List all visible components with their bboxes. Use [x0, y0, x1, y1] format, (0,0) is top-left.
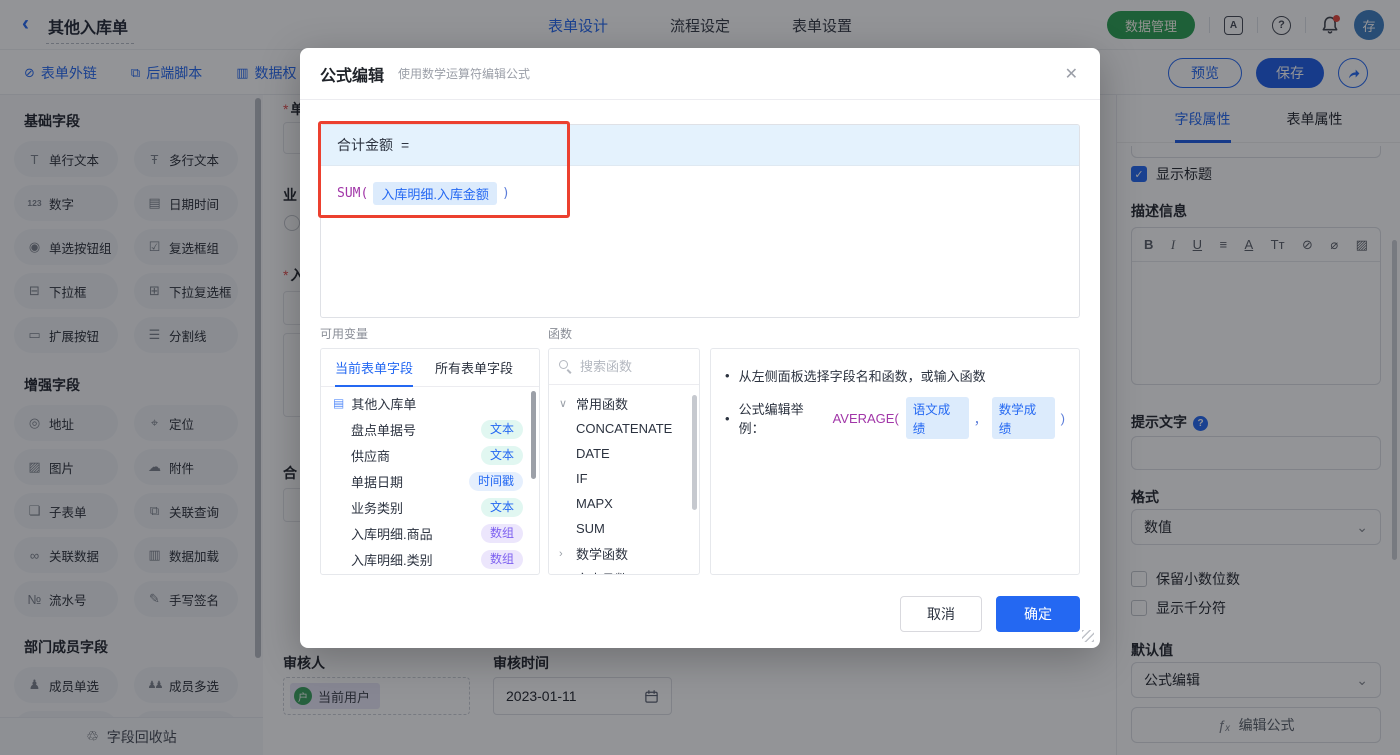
function-item-date[interactable]: DATE — [549, 441, 699, 466]
formula-target-field: 合计金额 — [337, 137, 393, 153]
resize-handle[interactable] — [1082, 630, 1094, 642]
example-close-paren: ) — [1060, 410, 1065, 426]
function-group-text[interactable]: › 文本函数 — [549, 566, 699, 575]
function-item-sum[interactable]: SUM — [549, 516, 699, 541]
variable-item[interactable]: 盘点单据号 文本 — [321, 416, 539, 442]
tab-current-form-fields[interactable]: 当前表单字段 — [335, 349, 414, 387]
variables-label: 可用变量 — [320, 327, 369, 341]
chevron-right-icon: › — [559, 573, 569, 575]
field-type-chip: 数组 — [480, 549, 523, 569]
variable-item[interactable]: 业务类别 文本 — [321, 494, 539, 520]
form-name: 其他入库单 — [351, 396, 417, 412]
field-type-chip: 文本 — [480, 445, 523, 465]
variable-item[interactable]: 入库明细.商品 数组 — [321, 520, 539, 546]
variable-item[interactable]: 供应商 文本 — [321, 442, 539, 468]
field-type-chip: 时间戳 — [468, 471, 523, 491]
tip-text: 从左侧面板选择字段名和函数，或输入函数 — [738, 369, 986, 384]
example-comma: ， — [973, 411, 987, 427]
example-function-keyword: AVERAGE( — [832, 410, 899, 426]
function-group-common[interactable]: ∨ 常用函数 — [549, 391, 699, 416]
formula-edit-dialog: 公式编辑 使用数学运算符编辑公式 ✕ 合计金额 = SUM( 入库明细.入库金额… — [300, 48, 1100, 648]
variables-scrollbar[interactable] — [531, 391, 536, 479]
bullet-icon: • — [725, 368, 730, 383]
tips-panel: • 从左侧面板选择字段名和函数，或输入函数 • 公式编辑举例： AVERAGE(… — [710, 348, 1080, 575]
example-field-chip: 数学成绩 — [991, 397, 1055, 439]
function-item-mapx[interactable]: MAPX — [549, 491, 699, 516]
example-field-chip: 语文成绩 — [905, 397, 969, 439]
field-type-chip: 文本 — [480, 497, 523, 517]
search-icon — [559, 360, 572, 374]
tab-all-form-fields[interactable]: 所有表单字段 — [435, 349, 513, 387]
tip-example-prefix: 公式编辑举例： — [738, 402, 804, 436]
variable-tree-root[interactable]: ▤ 其他入库单 — [321, 390, 539, 416]
close-icon[interactable]: ✕ — [1065, 64, 1078, 84]
functions-label: 函数 — [548, 327, 573, 341]
chevron-down-icon: ∨ — [559, 398, 568, 410]
function-keyword: SUM( — [337, 186, 369, 201]
chevron-right-icon: › — [559, 547, 563, 560]
function-search-input[interactable] — [580, 359, 689, 374]
formula-expression[interactable]: SUM( 入库明细.入库金额 ) — [321, 166, 1079, 221]
formula-editor[interactable]: 合计金额 = SUM( 入库明细.入库金额 ) — [320, 124, 1080, 318]
variable-item-partial[interactable] — [321, 572, 539, 574]
field-type-chip: 数组 — [480, 523, 523, 543]
variable-item[interactable]: 单据日期 时间戳 — [321, 468, 539, 494]
field-type-chip: 文本 — [480, 419, 523, 439]
equals-sign: = — [401, 137, 410, 153]
dialog-title: 公式编辑 — [320, 67, 385, 85]
functions-scrollbar[interactable] — [692, 395, 697, 510]
function-item-if[interactable]: IF — [549, 466, 699, 491]
form-icon: ▤ — [333, 396, 345, 410]
function-group-math[interactable]: › 数学函数 — [549, 541, 699, 566]
confirm-button[interactable]: 确定 — [996, 596, 1080, 632]
dialog-subtitle: 使用数学运算符编辑公式 — [398, 67, 531, 81]
functions-panel: ∨ 常用函数 CONCATENATE DATE IF MAPX SUM › 数学… — [548, 348, 700, 575]
cancel-button[interactable]: 取消 — [900, 596, 982, 632]
function-search[interactable] — [549, 349, 699, 385]
field-reference-chip[interactable]: 入库明细.入库金额 — [373, 182, 497, 205]
function-item-concatenate[interactable]: CONCATENATE — [549, 416, 699, 441]
variables-panel: 当前表单字段 所有表单字段 ▤ 其他入库单 盘点单据号 文本 供应商 文本 单据… — [320, 348, 540, 575]
variable-item[interactable]: 入库明细.类别 数组 — [321, 546, 539, 572]
formula-target-row: 合计金额 = — [321, 125, 1079, 166]
bullet-icon: • — [725, 410, 730, 426]
close-paren: ) — [501, 186, 510, 201]
